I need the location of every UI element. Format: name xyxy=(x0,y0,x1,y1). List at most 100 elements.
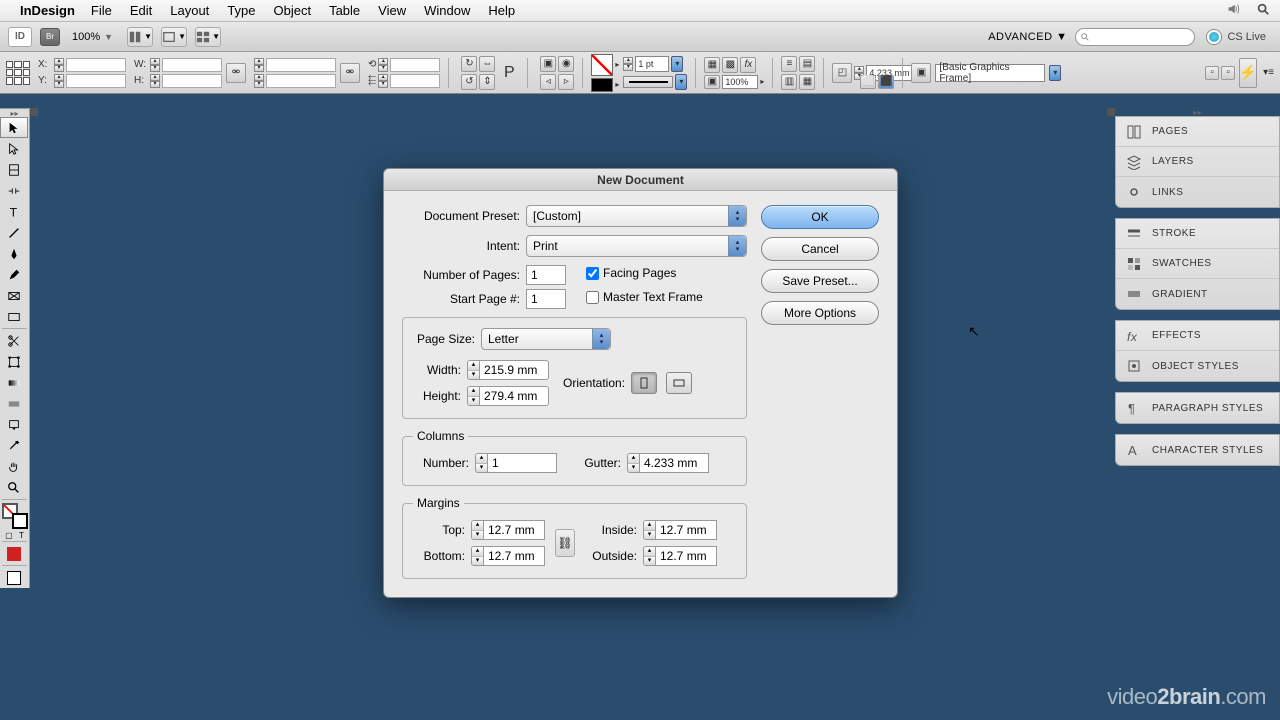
misc-icon-2[interactable]: ▫ xyxy=(1221,66,1235,80)
fx-icon-1[interactable]: ▦ xyxy=(704,57,720,73)
h-input[interactable] xyxy=(162,74,222,88)
menu-file[interactable]: File xyxy=(91,3,112,18)
menu-window[interactable]: Window xyxy=(424,3,470,18)
object-style-select[interactable]: [Basic Graphics Frame] xyxy=(935,64,1045,82)
zoom-dropdown-arrow-icon[interactable]: ▼ xyxy=(104,32,113,42)
corner-shape-1-icon[interactable]: ⬜ xyxy=(860,75,876,89)
free-transform-tool[interactable] xyxy=(0,351,28,372)
more-options-button[interactable]: More Options xyxy=(761,301,879,325)
wrap-jump-icon[interactable]: ▦ xyxy=(799,74,815,90)
w-spinner[interactable]: ▴▾ xyxy=(150,58,160,72)
inside-spinner[interactable]: ▴▾ xyxy=(643,520,655,540)
intent-select[interactable]: Print xyxy=(526,235,747,257)
panel-object-styles[interactable]: OBJECT STYLES xyxy=(1116,351,1279,381)
top-input[interactable]: 12.7 mm xyxy=(483,520,545,540)
panel-stroke[interactable]: STROKE xyxy=(1116,219,1279,249)
eyedropper-tool[interactable] xyxy=(0,435,28,456)
quick-apply-icon[interactable]: ⚡ xyxy=(1239,58,1257,88)
orientation-portrait-button[interactable] xyxy=(631,372,657,394)
panel-paragraph-styles[interactable]: ¶PARAGRAPH STYLES xyxy=(1116,393,1279,423)
bottom-input[interactable]: 12.7 mm xyxy=(483,546,545,566)
object-style-dropdown[interactable]: ▾ xyxy=(1049,65,1061,81)
scale-x-spinner[interactable]: ▴▾ xyxy=(254,58,264,72)
corner-options-icon[interactable]: ◰ xyxy=(832,63,852,83)
panel-layers[interactable]: LAYERS xyxy=(1116,147,1279,177)
reference-point-locator[interactable] xyxy=(6,61,30,85)
wrap-shape-icon[interactable]: ▥ xyxy=(781,74,797,90)
select-next-icon[interactable]: ▹ xyxy=(558,74,574,90)
preset-select[interactable]: [Custom] xyxy=(526,205,747,227)
ok-button[interactable]: OK xyxy=(761,205,879,229)
width-spinner[interactable]: ▴▾ xyxy=(467,360,479,380)
stroke-weight-input[interactable]: 1 pt xyxy=(635,56,669,72)
w-input[interactable] xyxy=(162,58,222,72)
scissors-tool[interactable] xyxy=(0,330,28,351)
y-spinner[interactable]: ▴▾ xyxy=(54,74,64,88)
panel-collapse-left-icon[interactable] xyxy=(30,108,38,116)
stroke-swatch[interactable] xyxy=(591,78,613,92)
help-search-input[interactable] xyxy=(1075,28,1195,46)
gutter-spinner[interactable]: ▴▾ xyxy=(627,453,639,473)
select-content-icon[interactable]: ◉ xyxy=(558,56,574,72)
opacity-input[interactable]: 100% xyxy=(722,75,758,89)
stroke-weight-dropdown[interactable]: ▾ xyxy=(671,56,683,72)
select-prev-icon[interactable]: ◃ xyxy=(540,74,556,90)
arrange-documents-icon[interactable]: ▼ xyxy=(195,27,221,47)
page-tool[interactable] xyxy=(0,159,28,180)
pen-tool[interactable] xyxy=(0,243,28,264)
fx-icon-2[interactable]: ▩ xyxy=(722,57,738,73)
constrain-scale-icon[interactable]: ⚮ xyxy=(340,63,360,83)
select-container-icon[interactable]: ▣ xyxy=(540,56,556,72)
direct-selection-tool[interactable] xyxy=(0,138,28,159)
selection-tool[interactable] xyxy=(0,117,28,138)
rotate-ccw-icon[interactable]: ↺ xyxy=(461,74,477,90)
flip-h-icon[interactable]: ⇔ xyxy=(479,56,495,72)
gap-tool[interactable] xyxy=(0,180,28,201)
workspace-switcher[interactable]: ADVANCED ▼ xyxy=(988,31,1067,43)
panel-gradient[interactable]: GRADIENT xyxy=(1116,279,1279,309)
menu-layout[interactable]: Layout xyxy=(170,3,209,18)
colnum-input[interactable]: 1 xyxy=(487,453,557,473)
menu-edit[interactable]: Edit xyxy=(130,3,152,18)
rectangle-frame-tool[interactable] xyxy=(0,285,28,306)
menu-object[interactable]: Object xyxy=(274,3,312,18)
menu-view[interactable]: View xyxy=(378,3,406,18)
menu-table[interactable]: Table xyxy=(329,3,360,18)
width-input[interactable]: 215.9 mm xyxy=(479,360,549,380)
panel-pages[interactable]: PAGES xyxy=(1116,117,1279,147)
flip-v-icon[interactable]: ⇕ xyxy=(479,74,495,90)
h-spinner[interactable]: ▴▾ xyxy=(150,74,160,88)
outside-spinner[interactable]: ▴▾ xyxy=(643,546,655,566)
numpages-input[interactable]: 1 xyxy=(526,265,566,285)
opacity-arrow-icon[interactable]: ▸ xyxy=(760,77,764,86)
color-target-toggle[interactable]: ▢T xyxy=(0,531,29,540)
bridge-icon[interactable]: Br xyxy=(40,28,60,46)
save-preset-button[interactable]: Save Preset... xyxy=(761,269,879,293)
misc-icon-1[interactable]: ▫ xyxy=(1205,66,1219,80)
master-text-checkbox[interactable] xyxy=(586,291,599,304)
pagesize-select[interactable]: Letter xyxy=(481,328,611,350)
gradient-feather-tool[interactable] xyxy=(0,393,28,414)
view-options-icon[interactable]: ▼ xyxy=(127,27,153,47)
volume-icon[interactable] xyxy=(1226,2,1240,19)
facing-pages-checkbox[interactable] xyxy=(586,267,599,280)
wrap-bound-icon[interactable]: ▤ xyxy=(799,56,815,72)
gradient-swatch-tool[interactable] xyxy=(0,372,28,393)
constrain-proportions-icon[interactable]: ⚮ xyxy=(226,63,246,83)
height-input[interactable]: 279.4 mm xyxy=(479,386,549,406)
control-menu-icon[interactable]: ▾≡ xyxy=(1263,67,1274,78)
stroke-arrow-icon[interactable]: ▸ xyxy=(615,80,619,89)
cslive-status-icon[interactable] xyxy=(1207,30,1221,44)
fill-swatch[interactable] xyxy=(591,54,613,76)
fill-stroke-colorbox[interactable] xyxy=(2,503,28,529)
stroke-style-select[interactable] xyxy=(623,76,673,88)
cslive-label[interactable]: CS Live xyxy=(1227,31,1266,43)
stroke-weight-spinner[interactable]: ▴▾ xyxy=(623,57,633,71)
pencil-tool[interactable] xyxy=(0,264,28,285)
shear-spinner[interactable]: ▴▾ xyxy=(378,74,388,88)
scale-x-input[interactable] xyxy=(266,58,336,72)
y-input[interactable] xyxy=(66,74,126,88)
outside-input[interactable]: 12.7 mm xyxy=(655,546,717,566)
apply-color-icon[interactable] xyxy=(0,543,28,564)
rectangle-tool[interactable] xyxy=(0,306,28,327)
